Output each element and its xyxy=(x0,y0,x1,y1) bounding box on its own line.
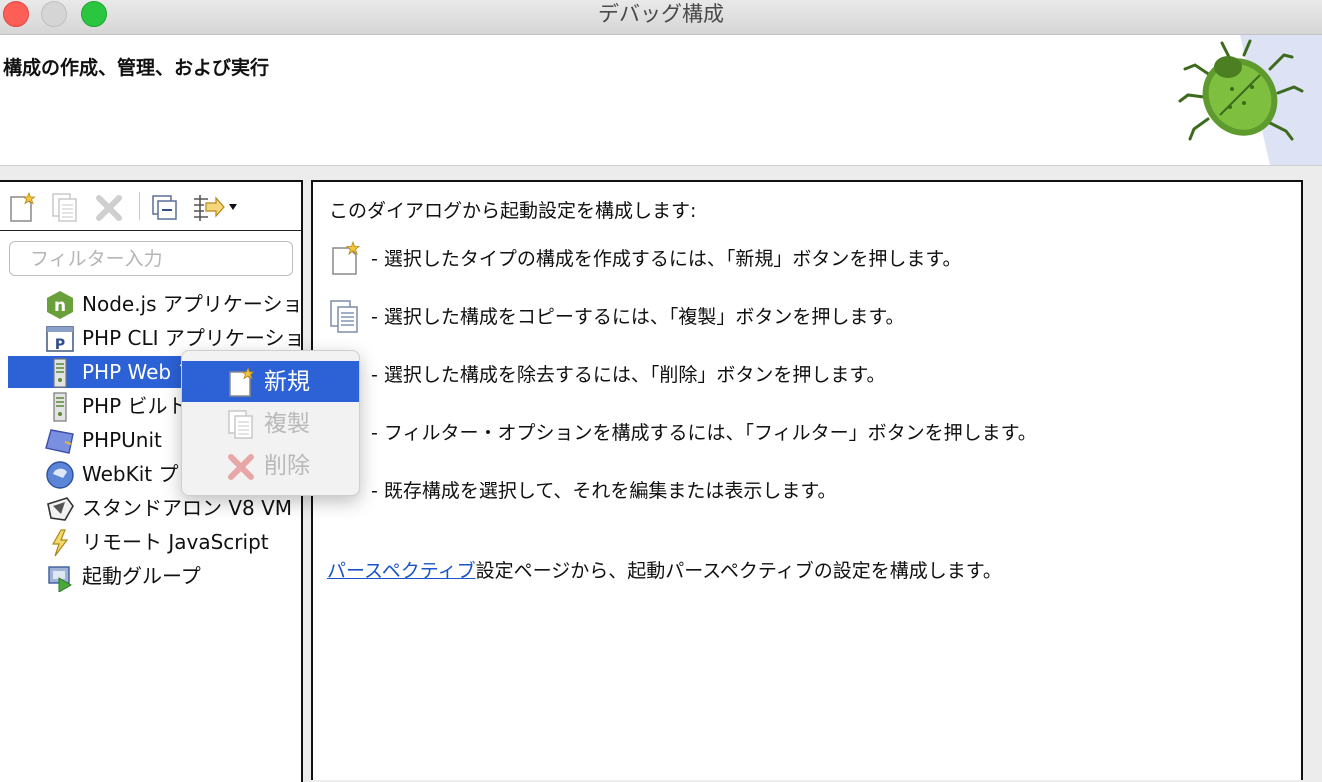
new-config-icon xyxy=(332,240,361,275)
perspective-line: パースペクティブ設定ページから、起動パースペクティブの設定を構成します。 xyxy=(327,556,1002,583)
dialog-header-title: 構成の作成、管理、および実行 xyxy=(3,57,270,79)
duplicate-icon xyxy=(330,300,358,333)
config-toolbar xyxy=(0,182,301,231)
tree-item-remote-js[interactable]: リモート JavaScript xyxy=(8,526,303,558)
nodejs-icon: n xyxy=(47,291,73,319)
delete-icon xyxy=(228,454,254,480)
phpunit-icon xyxy=(45,429,74,454)
delete-icon xyxy=(96,195,122,221)
menu-item-new[interactable]: 新規 xyxy=(182,361,359,402)
perspective-text: 設定ページから、起動パースペクティブの設定を構成します。 xyxy=(475,560,1002,582)
tree-item-v8[interactable]: スタンドアロン V8 VM xyxy=(8,492,303,524)
php-builtin-icon xyxy=(53,392,67,422)
collapse-all-icon[interactable] xyxy=(150,191,180,223)
tip-edit: - 既存構成を選択して、それを編集または表示します。 xyxy=(371,480,837,502)
intro-text: このダイアログから起動設定を構成します: xyxy=(329,200,697,222)
php-cli-icon: P xyxy=(46,326,74,353)
new-config-icon[interactable] xyxy=(7,191,37,223)
title-bar: デバッグ構成 xyxy=(0,0,1322,35)
tip-new: - 選択したタイプの構成を作成するには、「新規」ボタンを押します。 xyxy=(327,240,1277,280)
new-config-icon xyxy=(229,366,255,397)
remote-js-icon xyxy=(51,529,69,557)
tree-item-launch-group[interactable]: 起動グループ xyxy=(8,560,303,592)
toolbar-separator xyxy=(139,192,140,220)
filter-dropdown-icon[interactable] xyxy=(192,191,242,223)
svg-text:n: n xyxy=(54,296,66,316)
v8-icon xyxy=(47,497,74,521)
menu-item-delete[interactable]: 削除 xyxy=(182,445,359,486)
context-menu: 新規 複製 削除 xyxy=(181,350,360,496)
tip-delete: - 選択した構成を除去するには、「削除」ボタンを押します。 xyxy=(371,364,886,386)
debug-bug-icon xyxy=(1178,35,1322,165)
tip-duplicate: - 選択した構成をコピーするには、「複製」ボタンを押します。 xyxy=(327,298,1277,338)
php-web-icon xyxy=(53,358,67,388)
tip-filter: - フィルター・オプションを構成するには、「フィルター」ボタンを押します。 xyxy=(371,422,1037,444)
filter-input[interactable] xyxy=(9,241,293,276)
perspective-link[interactable]: パースペクティブ xyxy=(327,560,476,582)
duplicate-icon xyxy=(52,193,77,222)
window-title: デバッグ構成 xyxy=(598,2,724,26)
webkit-icon xyxy=(46,461,74,489)
menu-item-duplicate[interactable]: 複製 xyxy=(182,403,359,444)
dialog-header: 構成の作成、管理、および実行 xyxy=(0,35,1322,166)
launch-group-icon xyxy=(48,566,72,592)
tree-item-nodejs[interactable]: n Node.js アプリケーション xyxy=(8,288,303,320)
duplicate-icon xyxy=(228,410,253,439)
main-info-panel: このダイアログから起動設定を構成します: - 選択したタイプの構成を作成するには… xyxy=(311,180,1303,780)
svg-text:P: P xyxy=(55,337,65,353)
